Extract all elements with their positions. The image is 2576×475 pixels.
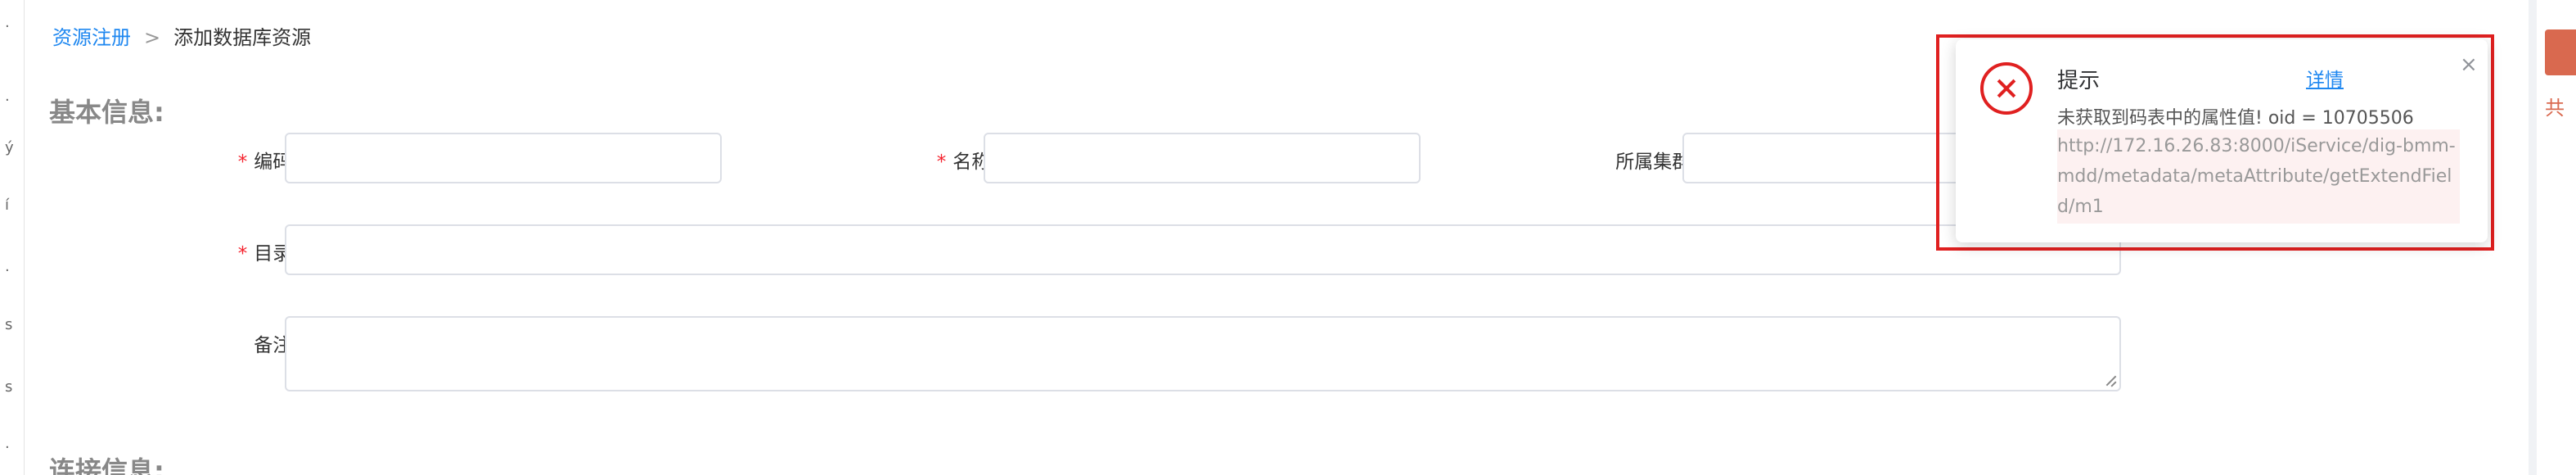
edge-glyph: ý bbox=[5, 139, 14, 156]
resize-handle-icon[interactable] bbox=[2105, 375, 2116, 387]
left-edge-strip: · · ý í · s s · bbox=[0, 0, 25, 475]
edge-glyph: í bbox=[5, 197, 10, 214]
breadcrumb-current: 添加数据库资源 bbox=[173, 26, 312, 49]
error-circle-icon bbox=[1980, 62, 2033, 115]
notification-url: http://172.16.26.83:8000/iService/dig-bm… bbox=[2057, 129, 2460, 224]
edge-glyph: · bbox=[5, 92, 10, 109]
required-mark: * bbox=[237, 243, 248, 265]
code-label: * 编码: bbox=[203, 146, 298, 174]
edge-glyph: s bbox=[5, 378, 13, 396]
breadcrumb: 资源注册 > 添加数据库资源 bbox=[52, 21, 311, 50]
edge-text: 共 bbox=[2545, 97, 2565, 120]
section-title-basic: 基本信息: bbox=[49, 97, 164, 128]
edge-glyph: · bbox=[5, 262, 10, 279]
edge-glyph: · bbox=[5, 439, 10, 456]
right-edge-strip: 共 bbox=[2537, 0, 2576, 475]
name-label: * 名称: bbox=[903, 146, 997, 174]
catalog-label: * 目录: bbox=[203, 238, 298, 265]
edge-button[interactable] bbox=[2545, 29, 2576, 75]
cluster-select[interactable] bbox=[1682, 133, 1961, 183]
notification-detail-link[interactable]: 详情 bbox=[2306, 64, 2344, 92]
required-mark: * bbox=[936, 152, 947, 173]
notification-message: 未获取到码表中的属性值! oid = 10705506 bbox=[2057, 108, 2414, 129]
breadcrumb-root-link[interactable]: 资源注册 bbox=[52, 26, 131, 49]
required-mark: * bbox=[237, 152, 248, 173]
cluster-label: 所属集群: bbox=[1615, 152, 1697, 173]
edge-glyph: · bbox=[5, 18, 10, 35]
close-icon[interactable]: × bbox=[2460, 52, 2478, 77]
remark-textarea[interactable] bbox=[285, 316, 2121, 391]
code-input[interactable] bbox=[285, 133, 722, 183]
catalog-select[interactable] bbox=[285, 224, 2121, 275]
notification-title: 提示 bbox=[2057, 69, 2101, 93]
remark-label: 备注: bbox=[254, 335, 298, 356]
error-notification: 提示 详情 × 未获取到码表中的属性值! oid = 10705506 http… bbox=[1956, 39, 2488, 242]
section-title-connection: 连接信息: bbox=[49, 455, 164, 475]
edge-glyph: s bbox=[5, 316, 13, 333]
name-input[interactable] bbox=[984, 133, 1421, 183]
breadcrumb-separator: > bbox=[144, 26, 161, 49]
